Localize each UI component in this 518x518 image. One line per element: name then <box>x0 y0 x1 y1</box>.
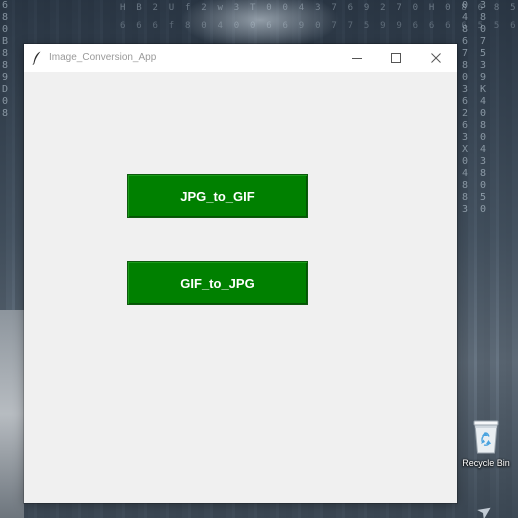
recycle-bin-shortcut[interactable]: Recycle Bin <box>456 414 516 474</box>
wallpaper-arrow-shape: ➤ <box>472 498 497 518</box>
close-icon <box>431 53 441 63</box>
minimize-button[interactable] <box>337 44 377 72</box>
background-window-edge <box>0 310 24 518</box>
window-title: Image_Conversion_App <box>49 52 157 63</box>
maximize-button[interactable] <box>376 44 416 72</box>
recycle-bin-icon <box>473 420 499 454</box>
minimize-icon <box>352 58 362 59</box>
close-button[interactable] <box>416 44 456 72</box>
app-window: Image_Conversion_App JPG_to_GIF GIF_to_J… <box>24 44 457 503</box>
wallpaper-glyphs: 6 6 6 f 8 0 4 0 0 6 6 9 0 7 7 5 9 9 6 6 … <box>120 21 518 31</box>
wallpaper-glyphs: 0 3 4 8 8 0 6 7 7 5 8 3 0 9 3 K 6 4 2 0 … <box>462 0 487 215</box>
feather-icon <box>32 51 41 65</box>
wallpaper-glyphs: 6 8 0 B 8 8 9 D 0 8 <box>2 0 9 119</box>
jpg-to-gif-button[interactable]: JPG_to_GIF <box>127 174 308 218</box>
wallpaper-glyphs: H B 2 U f 2 w 3 T 0 0 4 3 7 6 9 2 7 0 H … <box>120 3 518 13</box>
gif-to-jpg-button[interactable]: GIF_to_JPG <box>127 261 308 305</box>
title-bar[interactable]: Image_Conversion_App <box>24 44 457 72</box>
maximize-icon <box>391 53 401 63</box>
recycle-bin-label: Recycle Bin <box>462 458 510 468</box>
window-content: JPG_to_GIF GIF_to_JPG <box>24 72 457 503</box>
